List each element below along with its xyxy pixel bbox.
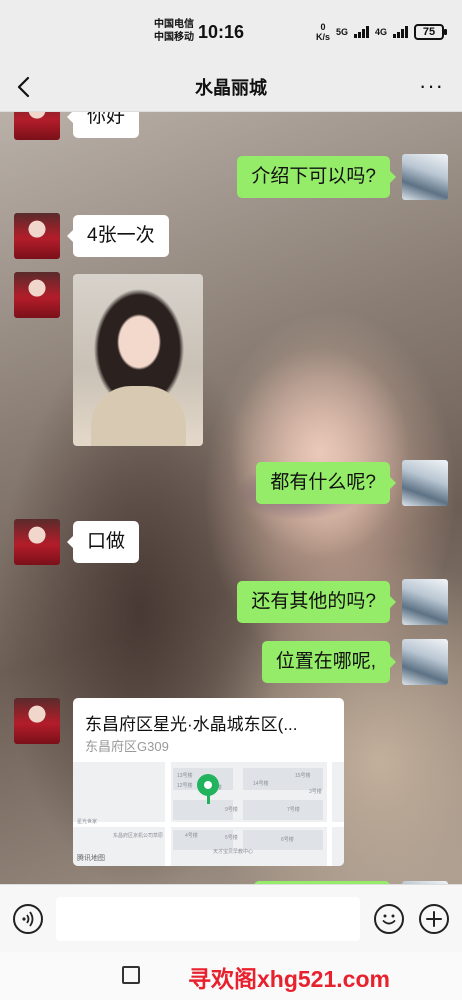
- signal-4g-label: 4G: [375, 27, 388, 37]
- message-input[interactable]: [56, 897, 360, 941]
- location-name: 东昌府区星光·水晶城东区(...: [85, 715, 298, 734]
- chat-area[interactable]: 你好 介绍下可以吗? 4张一次 都有什么呢? 口做 还有其他的吗? 位置在哪呢,…: [0, 112, 462, 884]
- voice-button[interactable]: [13, 904, 43, 934]
- chat-header: 水晶丽城 ···: [0, 62, 462, 112]
- carrier-info: 中国电信 中国移动: [154, 18, 194, 44]
- signal-icon: [354, 26, 370, 38]
- battery-icon: 75: [414, 24, 448, 40]
- plus-icon: [426, 911, 442, 927]
- contact-avatar[interactable]: [14, 698, 60, 744]
- system-nav-bar: 寻欢阁xhg521.com: [0, 952, 462, 1000]
- location-card[interactable]: 东昌府区星光·水晶城东区(... 东昌府区G309 13号楼 14号楼 15号楼…: [73, 698, 344, 866]
- watermark: 寻欢阁xhg521.com: [188, 966, 390, 992]
- plus-button[interactable]: [419, 904, 449, 934]
- image-message[interactable]: [73, 274, 203, 446]
- net-speed: 0 K/s: [316, 22, 331, 42]
- message-bubble-outgoing[interactable]: 还有其他的吗?: [237, 581, 396, 623]
- contact-avatar[interactable]: [14, 272, 60, 318]
- recents-button[interactable]: [122, 966, 140, 984]
- my-avatar[interactable]: [402, 579, 448, 625]
- message-bubble-incoming[interactable]: 你好: [66, 112, 140, 138]
- location-map[interactable]: 13号楼 14号楼 15号楼 12号楼 8号楼 9号楼 7号楼 4号楼 5号楼 …: [73, 762, 344, 866]
- message-bubble-outgoing[interactable]: 位置在哪呢,: [261, 641, 397, 683]
- more-button[interactable]: ···: [419, 75, 444, 97]
- my-avatar[interactable]: [402, 639, 448, 685]
- input-bar: [0, 884, 462, 952]
- message-bubble-incoming[interactable]: 4张一次: [67, 215, 169, 257]
- contact-avatar[interactable]: [14, 112, 60, 140]
- page-title: 水晶丽城: [195, 78, 267, 98]
- my-avatar[interactable]: [402, 460, 448, 506]
- signal-5g-label: 5G: [336, 27, 349, 37]
- message-bubble-outgoing[interactable]: 介绍下可以吗?: [237, 156, 396, 198]
- location-address: 东昌府区G309: [85, 739, 169, 754]
- contact-avatar[interactable]: [14, 519, 60, 565]
- my-avatar[interactable]: [402, 154, 448, 200]
- message-bubble-incoming[interactable]: 口做: [66, 521, 140, 563]
- signal-icon-2: [393, 26, 409, 38]
- contact-avatar[interactable]: [14, 213, 60, 259]
- map-pin-icon: [197, 774, 219, 796]
- clock: 10:16: [198, 22, 245, 42]
- voice-icon: [22, 911, 34, 927]
- map-brand: 腾讯地图: [77, 855, 105, 862]
- carrier-2: 中国移动: [154, 32, 194, 43]
- status-icons: 0 K/s 5G 4G 75: [316, 22, 448, 42]
- carrier-1: 中国电信: [154, 19, 194, 30]
- emoji-icon: [382, 914, 396, 925]
- message-bubble-outgoing[interactable]: 都有什么呢?: [256, 462, 396, 504]
- emoji-button[interactable]: [374, 904, 404, 934]
- status-bar: 中国电信 中国移动 10:16 0 K/s 5G 4G 75: [0, 0, 462, 62]
